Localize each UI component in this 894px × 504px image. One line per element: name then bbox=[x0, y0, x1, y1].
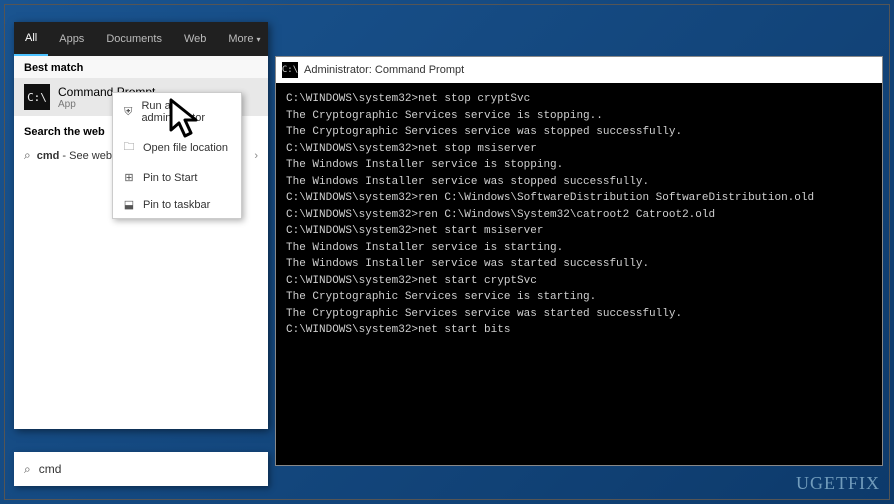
cmd-line: The Cryptographic Services service is st… bbox=[286, 289, 872, 306]
cmd-line: C:\WINDOWS\system32>ren C:\Windows\Syste… bbox=[286, 207, 872, 224]
cmd-output[interactable]: C:\WINDOWS\system32>net stop cryptSvcThe… bbox=[276, 83, 882, 347]
pin-start-icon: ⊞ bbox=[121, 171, 137, 184]
tab-documents[interactable]: Documents bbox=[95, 22, 173, 56]
folder-icon: 🗀 bbox=[121, 138, 137, 157]
menu-pin-to-start[interactable]: ⊞ Pin to Start bbox=[113, 164, 241, 191]
best-match-header: Best match bbox=[14, 56, 268, 78]
tab-apps[interactable]: Apps bbox=[48, 22, 95, 56]
cmd-line: C:\WINDOWS\system32>net start msiserver bbox=[286, 223, 872, 240]
cmd-line: The Cryptographic Services service was s… bbox=[286, 124, 872, 141]
cmd-line: C:\WINDOWS\system32>net stop cryptSvc bbox=[286, 91, 872, 108]
cmd-line: C:\WINDOWS\system32>net stop msiserver bbox=[286, 141, 872, 158]
cmd-line: The Cryptographic Services service is st… bbox=[286, 108, 872, 125]
cmd-line: The Windows Installer service is startin… bbox=[286, 240, 872, 257]
chevron-right-icon: › bbox=[254, 150, 258, 162]
menu-pin-taskbar-label: Pin to taskbar bbox=[143, 199, 210, 211]
menu-open-file-label: Open file location bbox=[143, 142, 228, 154]
tab-more-label: More bbox=[228, 33, 253, 45]
cmd-line: The Windows Installer service was starte… bbox=[286, 256, 872, 273]
cmd-line: C:\WINDOWS\system32>ren C:\Windows\Softw… bbox=[286, 190, 872, 207]
search-tabs: All Apps Documents Web More ▾ bbox=[14, 22, 268, 56]
web-item-prefix: cmd bbox=[37, 150, 60, 162]
cmd-line: The Windows Installer service is stoppin… bbox=[286, 157, 872, 174]
context-menu: ⛨ Run as administrator 🗀 Open file locat… bbox=[112, 92, 242, 219]
menu-pin-start-label: Pin to Start bbox=[143, 172, 197, 184]
cmd-line: C:\WINDOWS\system32>net start cryptSvc bbox=[286, 273, 872, 290]
search-panel: All Apps Documents Web More ▾ Best match… bbox=[14, 22, 268, 429]
watermark: UGETFIX bbox=[796, 473, 880, 494]
tab-all[interactable]: All bbox=[14, 22, 48, 56]
cmd-line: C:\WINDOWS\system32>net start bits bbox=[286, 322, 872, 339]
tab-web[interactable]: Web bbox=[173, 22, 217, 56]
cmd-line: The Windows Installer service was stoppe… bbox=[286, 174, 872, 191]
menu-run-as-admin-label: Run as administrator bbox=[141, 100, 233, 124]
cmd-titlebar[interactable]: C:\ Administrator: Command Prompt bbox=[276, 57, 882, 83]
tab-more[interactable]: More ▾ bbox=[217, 22, 271, 56]
menu-pin-to-taskbar[interactable]: ⬓ Pin to taskbar bbox=[113, 191, 241, 218]
cmd-window-icon: C:\ bbox=[282, 62, 298, 78]
menu-open-file-location[interactable]: 🗀 Open file location bbox=[113, 131, 241, 164]
admin-icon: ⛨ bbox=[121, 106, 135, 119]
cmd-window-title: Administrator: Command Prompt bbox=[304, 64, 464, 76]
menu-run-as-admin[interactable]: ⛨ Run as administrator bbox=[113, 93, 241, 131]
pin-taskbar-icon: ⬓ bbox=[121, 198, 137, 211]
search-input[interactable]: ⌕ cmd bbox=[14, 452, 268, 486]
search-input-icon: ⌕ bbox=[24, 462, 31, 477]
search-icon: ⌕ bbox=[24, 148, 31, 163]
command-prompt-icon: C:\ bbox=[24, 84, 50, 110]
cmd-line: The Cryptographic Services service was s… bbox=[286, 306, 872, 323]
search-input-text: cmd bbox=[39, 462, 62, 476]
chevron-down-icon: ▾ bbox=[256, 35, 260, 44]
command-prompt-window: C:\ Administrator: Command Prompt C:\WIN… bbox=[275, 56, 883, 466]
